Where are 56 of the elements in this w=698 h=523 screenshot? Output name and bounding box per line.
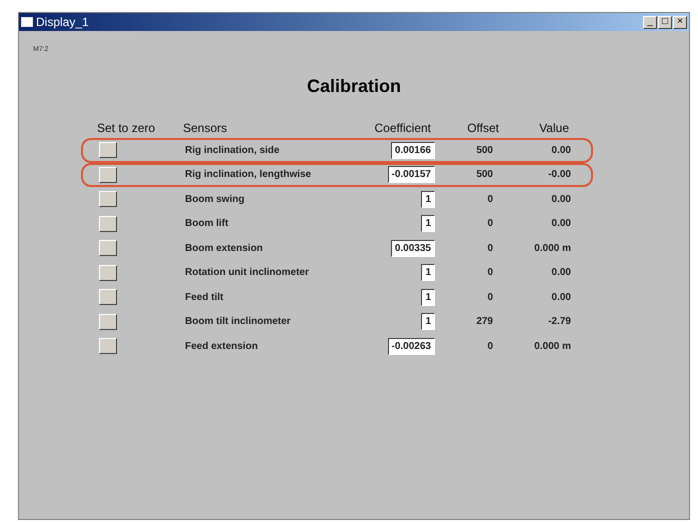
sensor-name: Feed extension: [185, 340, 259, 354]
sensor-name: Boom tilt inclinometer: [185, 315, 292, 330]
sensor-name: Boom lift: [185, 217, 230, 232]
zero-button[interactable]: [99, 191, 117, 208]
sensor-value: 0.000 m: [533, 340, 572, 354]
coefficient-field[interactable]: 1: [421, 190, 435, 208]
offset-value: 279: [475, 315, 494, 330]
zero-button[interactable]: [99, 338, 117, 354]
column-header: Set to zero: [97, 120, 156, 137]
sensor-value: 0.000 m: [533, 242, 572, 256]
offset-value: 0: [486, 192, 494, 207]
heading: Calibration: [306, 75, 401, 98]
sensor-name: Rig inclination, lengthwise: [185, 168, 312, 182]
sensor-value: -2.79: [547, 315, 572, 330]
window-icon: [21, 17, 33, 27]
zero-button[interactable]: [99, 314, 117, 330]
column-header: Value: [538, 120, 570, 137]
zero-button[interactable]: [99, 166, 117, 183]
window-control-button[interactable]: _: [643, 16, 657, 28]
zero-button[interactable]: [99, 216, 117, 232]
sensor-value: 0.00: [550, 144, 572, 158]
sensor-name: Feed tilt: [185, 290, 224, 305]
column-header: Offset: [466, 120, 500, 137]
window-control-button[interactable]: □: [658, 16, 672, 28]
coefficient-field[interactable]: 1: [421, 264, 435, 282]
offset-value: 0: [486, 340, 494, 354]
sensor-name: Boom swing: [185, 192, 246, 207]
sensor-value: 0.00: [550, 290, 572, 305]
offset-value: 0: [486, 266, 494, 280]
sensor-value: 0.00: [550, 192, 572, 207]
coefficient-field[interactable]: 1: [421, 215, 435, 232]
window-title: Display_1: [36, 14, 89, 31]
offset-value: 0: [486, 217, 494, 232]
offset-value: 500: [475, 168, 494, 182]
offset-value: 500: [475, 144, 494, 158]
sensor-name: Boom extension: [185, 242, 264, 256]
coefficient-field[interactable]: 0.00166: [390, 142, 435, 159]
zero-button[interactable]: [99, 289, 117, 306]
zero-button[interactable]: [99, 264, 117, 281]
offset-value: 0: [486, 290, 494, 305]
column-header: Sensors: [183, 120, 228, 137]
coefficient-field[interactable]: 1: [421, 288, 435, 306]
column-header: Coefficient: [374, 120, 432, 137]
sensor-value: 0.00: [550, 217, 572, 232]
coefficient-field[interactable]: 0.00335: [390, 240, 435, 257]
coefficient-field[interactable]: 1: [421, 313, 435, 330]
offset-value: 0: [486, 242, 494, 256]
zero-button[interactable]: [99, 240, 117, 256]
coefficient-field[interactable]: -0.00263: [388, 338, 435, 355]
zero-button[interactable]: [99, 142, 117, 158]
coefficient-field[interactable]: -0.00157: [388, 166, 435, 184]
window-control-button[interactable]: ×: [673, 16, 687, 28]
sensor-value: -0.00: [547, 168, 572, 182]
sensor-value: 0.00: [550, 266, 572, 280]
sensor-name: Rotation unit inclinometer: [185, 266, 310, 280]
sensor-name: Rig inclination, side: [185, 144, 280, 158]
